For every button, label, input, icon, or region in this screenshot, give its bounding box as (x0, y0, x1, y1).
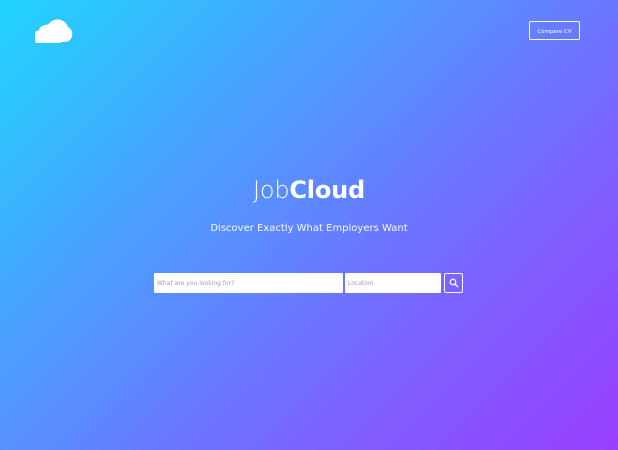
location-input[interactable] (345, 273, 441, 293)
search-icon (449, 278, 459, 288)
brand-title: JobCloud (0, 174, 618, 206)
landing-page: Compare CV JobCloud Discover Exactly Wha… (0, 0, 618, 450)
brand-title-bold: Cloud (289, 176, 365, 204)
brand-title-light: Job (252, 176, 290, 204)
tagline: Discover Exactly What Employers Want (210, 223, 408, 234)
cloud-icon[interactable] (32, 18, 75, 44)
search-input[interactable] (154, 273, 343, 293)
search-button[interactable] (444, 273, 463, 293)
compare-cv-button[interactable]: Compare CV (529, 21, 580, 40)
